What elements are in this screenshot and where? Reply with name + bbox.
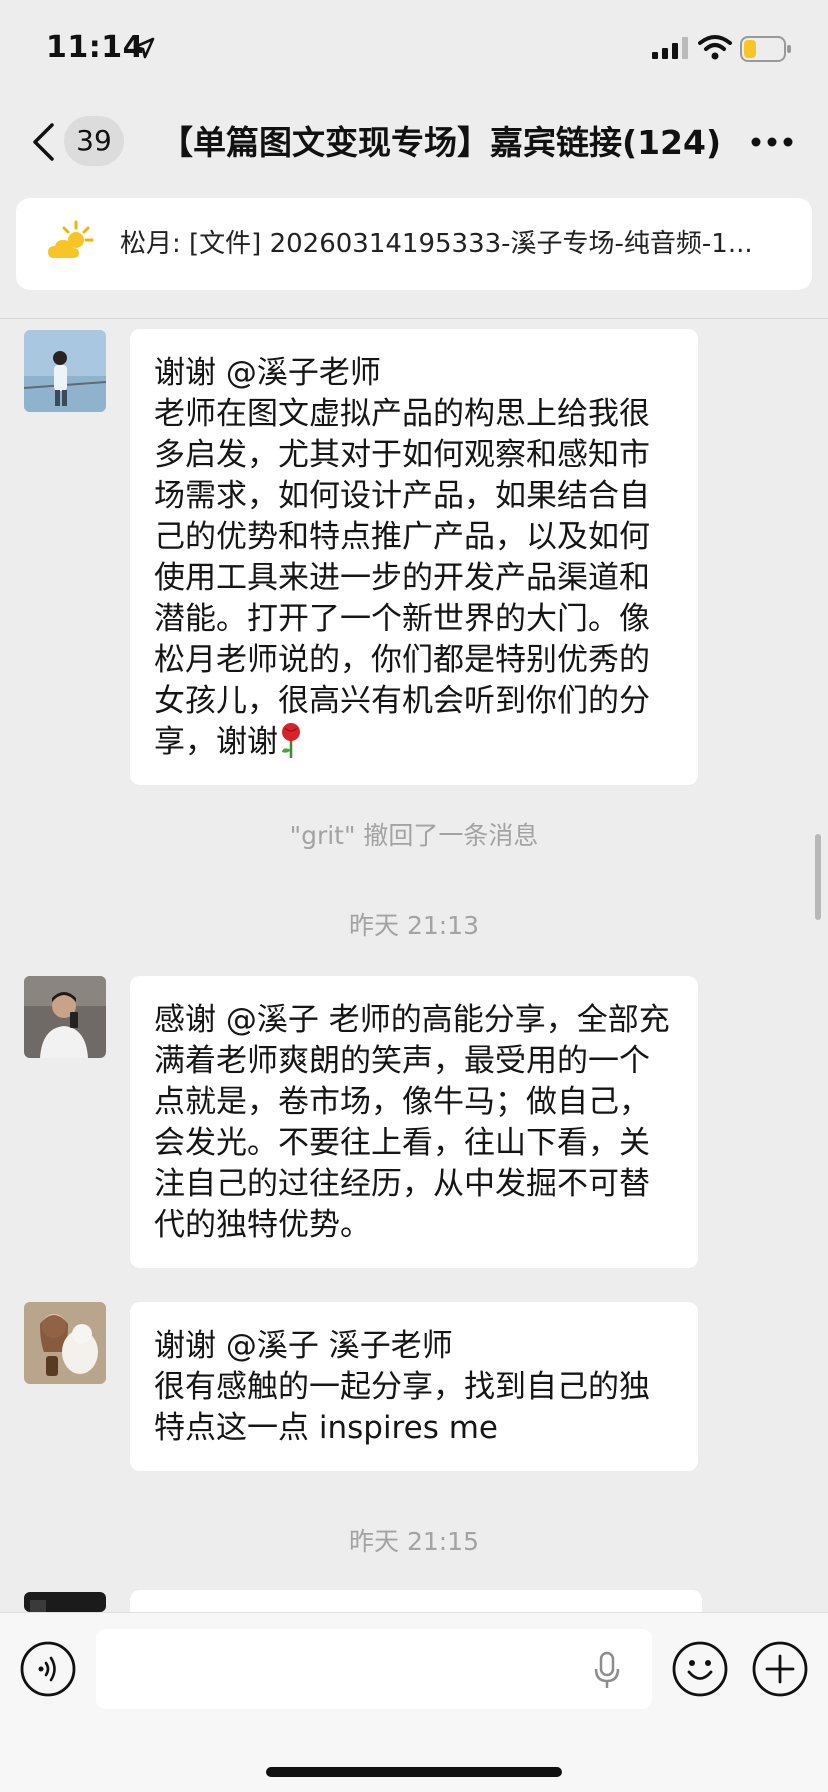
plus-icon[interactable] (752, 1641, 808, 1697)
chevron-left-icon[interactable] (30, 122, 56, 162)
message-text: 感谢 @溪子 老师的高能分享，全部充满着老师爽朗的笑声，最受用的一个点就是，卷市… (154, 1002, 670, 1243)
ellipsis-icon[interactable] (750, 136, 794, 148)
scroll-indicator[interactable] (815, 834, 821, 920)
pinned-notice[interactable]: 松月: [文件] 20260314195333-溪子专场-纯音频-1... (16, 198, 812, 290)
avatar[interactable] (24, 1302, 106, 1384)
message-input[interactable] (96, 1629, 652, 1709)
rose-emoji-icon (282, 723, 300, 758)
avatar-photo (24, 1302, 106, 1384)
recall-notice: "grit" 撤回了一条消息 (289, 821, 539, 850)
avatar-photo (24, 976, 106, 1058)
timestamp: 昨天 21:15 (349, 1527, 479, 1556)
avatar-photo (24, 1592, 106, 1612)
location-arrow-icon (133, 37, 155, 59)
avatar[interactable] (24, 976, 106, 1058)
emoji-icon[interactable] (672, 1641, 728, 1697)
divider (0, 318, 828, 319)
sun-cloud-icon (48, 220, 94, 258)
cellular-signal-icon (652, 37, 688, 59)
wifi-icon (698, 35, 732, 60)
timestamp: 昨天 21:13 (349, 911, 479, 940)
message-bubble[interactable]: 谢谢 @溪子 溪子老师 很有感触的一起分享，找到自己的独特点这一点 inspir… (130, 1302, 698, 1471)
message-bubble-partial[interactable] (130, 1590, 702, 1612)
chat-title: 【单篇图文变现专场】嘉宾链接(124) (160, 123, 720, 162)
notice-text: 松月: [文件] 20260314195333-溪子专场-纯音频-1... (120, 229, 753, 259)
status-bar: 11:14 (0, 0, 828, 100)
unread-count-badge[interactable]: 39 (64, 116, 124, 166)
input-bar (0, 1612, 828, 1792)
message-text: 谢谢 @溪子老师 老师在图文虚拟产品的构思上给我很多启发，尤其对于如何观察和感知… (154, 355, 650, 760)
message-bubble[interactable]: 感谢 @溪子 老师的高能分享，全部充满着老师爽朗的笑声，最受用的一个点就是，卷市… (130, 976, 698, 1268)
home-indicator[interactable] (266, 1767, 562, 1777)
avatar-photo (24, 330, 106, 412)
status-time: 11:14 (46, 30, 144, 65)
voice-icon[interactable] (20, 1641, 76, 1697)
avatar[interactable] (24, 1592, 106, 1612)
mic-icon[interactable] (592, 1651, 622, 1691)
battery-icon (740, 36, 791, 62)
avatar[interactable] (24, 330, 106, 412)
message-text: 谢谢 @溪子 溪子老师 很有感触的一起分享，找到自己的独特点这一点 inspir… (154, 1328, 650, 1446)
message-bubble[interactable]: 谢谢 @溪子老师 老师在图文虚拟产品的构思上给我很多启发，尤其对于如何观察和感知… (130, 329, 698, 785)
